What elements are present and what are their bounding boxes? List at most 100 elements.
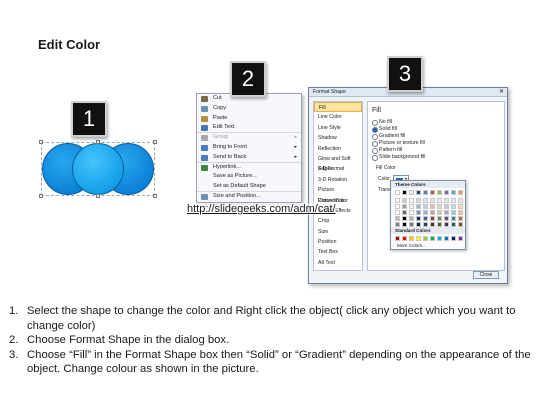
menu-item[interactable]: Hyperlink...	[197, 163, 301, 173]
nav-item[interactable]: Text Box	[314, 247, 362, 257]
radio-no-fill[interactable]: No fill	[372, 119, 392, 126]
color-swatch[interactable]	[395, 198, 400, 203]
radio-slide-background-fill[interactable]: Slide background fill	[372, 154, 425, 161]
standard-color-swatch[interactable]	[444, 236, 449, 241]
nav-item[interactable]: 3-D Rotation	[314, 175, 362, 185]
color-swatch[interactable]	[437, 198, 442, 203]
color-swatch[interactable]	[458, 198, 463, 203]
more-colors-link[interactable]: More Colors...	[397, 243, 426, 248]
radio-solid-fill[interactable]: Solid fill	[372, 126, 397, 133]
radio-gradient-fill[interactable]: Gradient fill	[372, 133, 405, 140]
color-swatch[interactable]	[423, 198, 428, 203]
radio-pattern-fill[interactable]: Pattern fill	[372, 147, 402, 154]
color-swatch[interactable]	[402, 190, 407, 195]
menu-item[interactable]: Save as Picture...	[197, 172, 301, 182]
color-swatch[interactable]	[430, 190, 435, 195]
selection-handle[interactable]	[39, 194, 43, 198]
menu-item[interactable]: Send to Back ▸	[197, 153, 301, 163]
color-swatch[interactable]	[458, 210, 463, 215]
menu-item[interactable]: Bring to Front ▸	[197, 143, 301, 153]
nav-item[interactable]: Crop	[314, 216, 362, 226]
nav-item[interactable]: Reflection	[314, 144, 362, 154]
standard-color-swatch[interactable]	[437, 236, 442, 241]
standard-color-swatch[interactable]	[402, 236, 407, 241]
selection-handle[interactable]	[96, 140, 100, 144]
color-swatch[interactable]	[437, 210, 442, 215]
nav-item[interactable]: 3-D Format	[314, 164, 362, 174]
color-swatch[interactable]	[423, 210, 428, 215]
color-swatch[interactable]	[437, 216, 442, 221]
standard-color-swatch[interactable]	[430, 236, 435, 241]
color-swatch[interactable]	[423, 216, 428, 221]
color-swatch[interactable]	[416, 216, 421, 221]
color-swatch[interactable]	[416, 198, 421, 203]
menu-item[interactable]: Group ▸	[197, 133, 301, 143]
standard-color-swatch[interactable]	[423, 236, 428, 241]
color-swatch[interactable]	[402, 204, 407, 209]
color-swatch[interactable]	[430, 210, 435, 215]
color-swatch[interactable]	[458, 204, 463, 209]
color-swatch[interactable]	[444, 198, 449, 203]
nav-item[interactable]: Size	[314, 227, 362, 237]
color-swatch[interactable]	[395, 210, 400, 215]
color-swatch[interactable]	[444, 204, 449, 209]
nav-item[interactable]: Picture Corrections	[314, 185, 362, 203]
color-swatch[interactable]	[430, 216, 435, 221]
color-swatch[interactable]	[402, 216, 407, 221]
standard-color-swatch[interactable]	[458, 236, 463, 241]
standard-color-swatch[interactable]	[409, 236, 414, 241]
color-swatch[interactable]	[458, 216, 463, 221]
nav-item[interactable]: Line Color	[314, 112, 362, 122]
color-swatch[interactable]	[437, 204, 442, 209]
color-swatch[interactable]	[451, 216, 456, 221]
nav-item[interactable]: Position	[314, 237, 362, 247]
color-swatch[interactable]	[395, 204, 400, 209]
color-swatch[interactable]	[416, 210, 421, 215]
color-swatch[interactable]	[409, 204, 414, 209]
color-swatch[interactable]	[416, 204, 421, 209]
color-swatch[interactable]	[444, 210, 449, 215]
color-swatch[interactable]	[451, 198, 456, 203]
circle-shape-middle[interactable]	[72, 143, 124, 195]
nav-item[interactable]: Fill	[314, 102, 362, 113]
color-swatch[interactable]	[423, 204, 428, 209]
nav-item[interactable]: Line Style	[314, 123, 362, 133]
menu-item[interactable]: Size and Position...	[197, 192, 301, 202]
color-swatch[interactable]	[402, 210, 407, 215]
nav-item[interactable]: Alt Text	[314, 258, 362, 268]
color-swatch[interactable]	[451, 190, 456, 195]
nav-item[interactable]: Glow and Soft Edges	[314, 154, 362, 172]
color-swatch[interactable]	[451, 210, 456, 215]
standard-color-swatch[interactable]	[416, 236, 421, 241]
color-swatch[interactable]	[395, 190, 400, 195]
close-icon[interactable]: ✕	[499, 88, 504, 95]
menu-item[interactable]: Set as Default Shape	[197, 182, 301, 192]
color-swatch[interactable]	[409, 216, 414, 221]
source-link[interactable]: http://slidegeeks.com/adm/cat/	[187, 203, 336, 215]
color-swatch[interactable]	[409, 198, 414, 203]
menu-item[interactable]: Copy	[197, 104, 301, 114]
menu-item[interactable]: Edit Text	[197, 123, 301, 134]
color-swatch[interactable]	[416, 190, 421, 195]
selection-handle[interactable]	[153, 140, 157, 144]
color-swatch[interactable]	[423, 190, 428, 195]
nav-item[interactable]: Shadow	[314, 133, 362, 143]
menu-item[interactable]: Paste	[197, 114, 301, 124]
color-swatch[interactable]	[430, 198, 435, 203]
standard-color-swatch[interactable]	[395, 236, 400, 241]
color-swatch[interactable]	[437, 190, 442, 195]
color-swatch[interactable]	[409, 190, 414, 195]
color-swatch[interactable]	[395, 216, 400, 221]
selection-handle[interactable]	[39, 140, 43, 144]
color-swatch[interactable]	[409, 210, 414, 215]
color-swatch[interactable]	[444, 216, 449, 221]
selection-handle[interactable]	[96, 194, 100, 198]
color-swatch[interactable]	[402, 198, 407, 203]
standard-color-swatch[interactable]	[451, 236, 456, 241]
radio-picture-fill[interactable]: Picture or texture fill	[372, 140, 425, 147]
color-swatch[interactable]	[430, 204, 435, 209]
color-swatch[interactable]	[458, 190, 463, 195]
selection-handle[interactable]	[153, 194, 157, 198]
close-button[interactable]: Close	[473, 271, 499, 279]
color-swatch[interactable]	[451, 204, 456, 209]
